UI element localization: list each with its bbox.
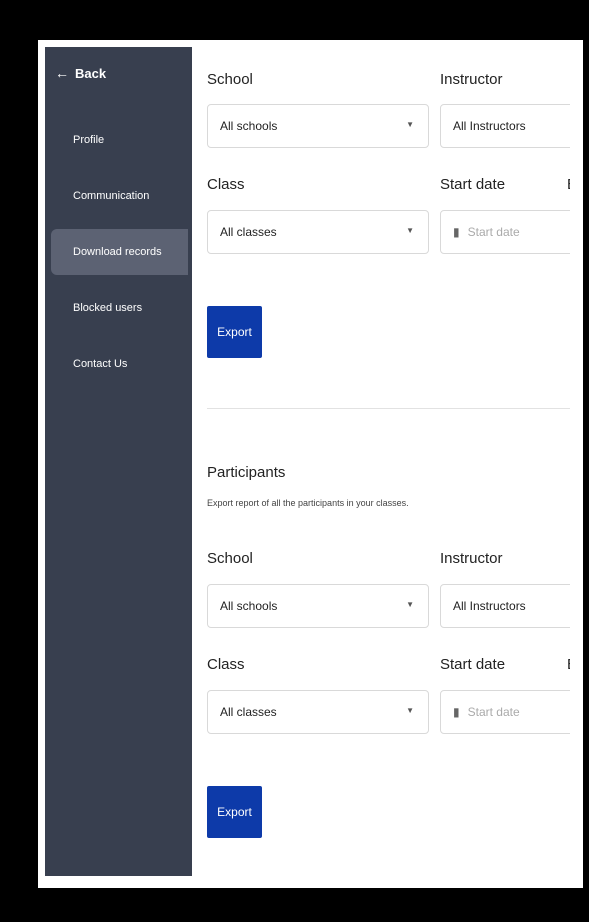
- participants-subtitle: Export report of all the participants in…: [207, 498, 409, 508]
- calendar-icon: ▮: [453, 705, 460, 719]
- school-label: School: [207, 71, 253, 88]
- caret-down-icon: ▼: [406, 226, 414, 235]
- sidebar: ← Back Profile Communication Download re…: [45, 47, 192, 876]
- sidebar-item-profile[interactable]: Profile: [51, 117, 188, 163]
- school-select-value: All schools: [220, 119, 278, 133]
- sidebar-item-label: Blocked users: [73, 302, 143, 314]
- start-date-input[interactable]: ▮ Start date: [440, 210, 570, 254]
- back-button[interactable]: ← Back: [55, 65, 106, 81]
- export-button[interactable]: Export: [207, 306, 262, 358]
- school-label: School: [207, 550, 253, 567]
- start-date-input[interactable]: ▮ Start date: [440, 690, 570, 734]
- sidebar-item-label: Profile: [73, 134, 105, 146]
- export-button-label: Export: [217, 805, 252, 819]
- sidebar-item-label: Contact Us: [73, 358, 128, 370]
- school-select-value: All schools: [220, 599, 278, 613]
- instructor-select-value: All Instructors: [453, 119, 526, 133]
- class-label: Class: [207, 176, 245, 193]
- instructor-label: Instructor: [440, 550, 503, 567]
- school-select[interactable]: All schools ▼: [207, 104, 429, 148]
- start-date-placeholder: Start date: [467, 705, 520, 719]
- sidebar-item-download-records[interactable]: Download records: [51, 229, 188, 275]
- arrow-left-icon: ←: [55, 65, 69, 81]
- calendar-icon: ▮: [453, 225, 460, 239]
- class-label: Class: [207, 656, 245, 673]
- instructor-label: Instructor: [440, 71, 503, 88]
- class-select-value: All classes: [220, 705, 277, 719]
- instructor-select[interactable]: All Instructors: [440, 104, 570, 148]
- school-select[interactable]: All schools ▼: [207, 584, 429, 628]
- instructor-select[interactable]: All Instructors: [440, 584, 570, 628]
- start-date-label: Start date: [440, 656, 506, 673]
- start-date-label: Start date: [440, 176, 506, 193]
- sidebar-item-communication[interactable]: Communication: [51, 173, 188, 219]
- end-date-label: E: [567, 176, 570, 193]
- caret-down-icon: ▼: [406, 600, 414, 609]
- class-select[interactable]: All classes ▼: [207, 210, 429, 254]
- participants-title: Participants: [207, 464, 286, 481]
- caret-down-icon: ▼: [406, 706, 414, 715]
- sidebar-item-label: Communication: [73, 190, 150, 202]
- sidebar-item-label: Download records: [73, 246, 162, 258]
- class-select[interactable]: All classes ▼: [207, 690, 429, 734]
- section-divider: [207, 408, 570, 409]
- class-select-value: All classes: [220, 225, 277, 239]
- sidebar-item-blocked-users[interactable]: Blocked users: [51, 285, 188, 331]
- end-date-label: E: [567, 656, 570, 673]
- export-button-label: Export: [217, 325, 252, 339]
- caret-down-icon: ▼: [406, 120, 414, 129]
- settings-window: ← Back Profile Communication Download re…: [45, 47, 570, 876]
- main-content: School Instructor All schools ▼ All Inst…: [192, 47, 570, 876]
- export-button[interactable]: Export: [207, 786, 262, 838]
- sidebar-item-contact-us[interactable]: Contact Us: [51, 341, 188, 387]
- start-date-placeholder: Start date: [467, 225, 520, 239]
- back-label: Back: [75, 65, 107, 81]
- instructor-select-value: All Instructors: [453, 599, 526, 613]
